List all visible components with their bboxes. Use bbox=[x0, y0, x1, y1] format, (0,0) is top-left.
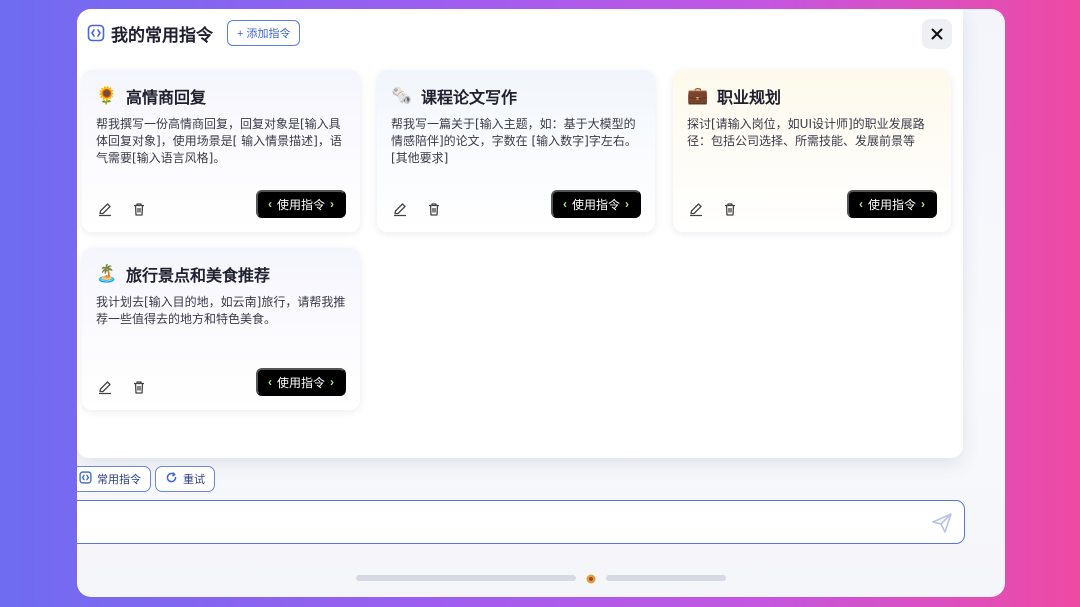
use-command-label: 使用指令 bbox=[276, 375, 325, 390]
add-command-button[interactable]: + 添加指令 bbox=[227, 20, 301, 46]
edit-icon[interactable] bbox=[391, 200, 409, 218]
close-icon bbox=[931, 25, 943, 44]
use-command-button[interactable]: ‹ 使用指令 › bbox=[255, 368, 346, 396]
chevron-right-icon: › bbox=[625, 197, 629, 211]
chat-input[interactable] bbox=[77, 500, 965, 544]
card-description: 探讨[请输入岗位，如UI设计师]的职业发展路径：包括公司选择、所需技能、发展前景… bbox=[687, 117, 925, 148]
command-card: 🗞️ 课程论文写作 帮我写一篇关于[输入主题，如：基于大模型的情感陪伴]的论文，… bbox=[377, 70, 655, 232]
card-title: 🗞️ 课程论文写作 bbox=[391, 84, 517, 108]
card-title: 🏝️ 旅行景点和美食推荐 bbox=[96, 262, 270, 286]
chevron-right-icon: › bbox=[330, 197, 334, 211]
use-command-button[interactable]: ‹ 使用指令 › bbox=[255, 190, 346, 218]
trash-icon[interactable] bbox=[130, 200, 148, 218]
chevron-left-icon: ‹ bbox=[267, 197, 272, 211]
briefcase-icon: 💼 bbox=[687, 86, 709, 106]
footer bbox=[77, 571, 1005, 585]
edit-icon[interactable] bbox=[96, 200, 114, 218]
use-command-label: 使用指令 bbox=[867, 197, 916, 212]
panel-header: 我的常用指令 + 添加指令 bbox=[87, 19, 301, 47]
card-actions bbox=[96, 378, 148, 396]
use-command-button[interactable]: ‹ 使用指令 › bbox=[846, 190, 937, 218]
newspaper-icon: 🗞️ bbox=[391, 86, 413, 106]
command-card: 🏝️ 旅行景点和美食推荐 我计划去[输入目的地，如云南]旅行，请帮我推荐一些值得… bbox=[82, 248, 360, 410]
island-icon: 🏝️ bbox=[96, 264, 118, 284]
retry-button[interactable]: 重试 bbox=[155, 466, 215, 492]
card-title-text: 旅行景点和美食推荐 bbox=[126, 266, 271, 285]
panel-title: 我的常用指令 bbox=[111, 25, 213, 46]
card-description: 我计划去[输入目的地，如云南]旅行，请帮我推荐一些值得去的地方和特色美食。 bbox=[96, 295, 346, 326]
card-title: 🌻 高情商回复 bbox=[96, 84, 206, 108]
edit-icon[interactable] bbox=[96, 378, 114, 396]
footer-text bbox=[356, 575, 576, 581]
card-title-text: 课程论文写作 bbox=[421, 88, 518, 107]
send-icon[interactable] bbox=[930, 511, 954, 535]
use-command-label: 使用指令 bbox=[571, 197, 620, 212]
card-title: 💼 职业规划 bbox=[687, 84, 781, 108]
commands-panel: 我的常用指令 + 添加指令 🌻 高情商回复 帮我撰写一份高情商回复，回复对象是[… bbox=[77, 9, 963, 458]
command-icon bbox=[79, 471, 92, 487]
command-card: 🌻 高情商回复 帮我撰写一份高情商回复，回复对象是[输入具体回复对象]，使用场景… bbox=[82, 70, 360, 232]
common-commands-label: 常用指令 bbox=[97, 474, 141, 486]
use-command-label: 使用指令 bbox=[276, 197, 325, 212]
chevron-right-icon: › bbox=[921, 197, 925, 211]
card-description: 帮我写一篇关于[输入主题，如：基于大模型的情感陪伴]的论文，字数在 [输入数字]… bbox=[391, 117, 637, 165]
card-actions bbox=[96, 200, 148, 218]
sunflower-icon: 🌻 bbox=[96, 86, 118, 106]
trash-icon[interactable] bbox=[130, 378, 148, 396]
trash-icon[interactable] bbox=[721, 200, 739, 218]
command-card: 💼 职业规划 探讨[请输入岗位，如UI设计师]的职业发展路径：包括公司选择、所需… bbox=[673, 70, 951, 232]
chevron-left-icon: ‹ bbox=[562, 197, 567, 211]
card-title-text: 高情商回复 bbox=[126, 88, 207, 107]
police-badge-icon bbox=[586, 569, 596, 588]
chevron-left-icon: ‹ bbox=[267, 375, 272, 389]
card-description: 帮我撰写一份高情商回复，回复对象是[输入具体回复对象]，使用场景是[ 输入情景描… bbox=[96, 117, 342, 165]
command-icon bbox=[87, 24, 105, 42]
card-actions bbox=[391, 200, 443, 218]
app-window: 我的常用指令 + 添加指令 🌻 高情商回复 帮我撰写一份高情商回复，回复对象是[… bbox=[77, 9, 1005, 597]
edit-icon[interactable] bbox=[687, 200, 705, 218]
card-actions bbox=[687, 200, 739, 218]
close-button[interactable] bbox=[922, 19, 952, 49]
trash-icon[interactable] bbox=[425, 200, 443, 218]
footer-text bbox=[606, 575, 726, 581]
chevron-right-icon: › bbox=[330, 375, 334, 389]
chevron-left-icon: ‹ bbox=[858, 197, 863, 211]
common-commands-button[interactable]: 常用指令 bbox=[77, 466, 151, 492]
refresh-icon bbox=[165, 471, 178, 487]
use-command-button[interactable]: ‹ 使用指令 › bbox=[550, 190, 641, 218]
card-title-text: 职业规划 bbox=[717, 88, 782, 107]
retry-label: 重试 bbox=[183, 474, 205, 486]
